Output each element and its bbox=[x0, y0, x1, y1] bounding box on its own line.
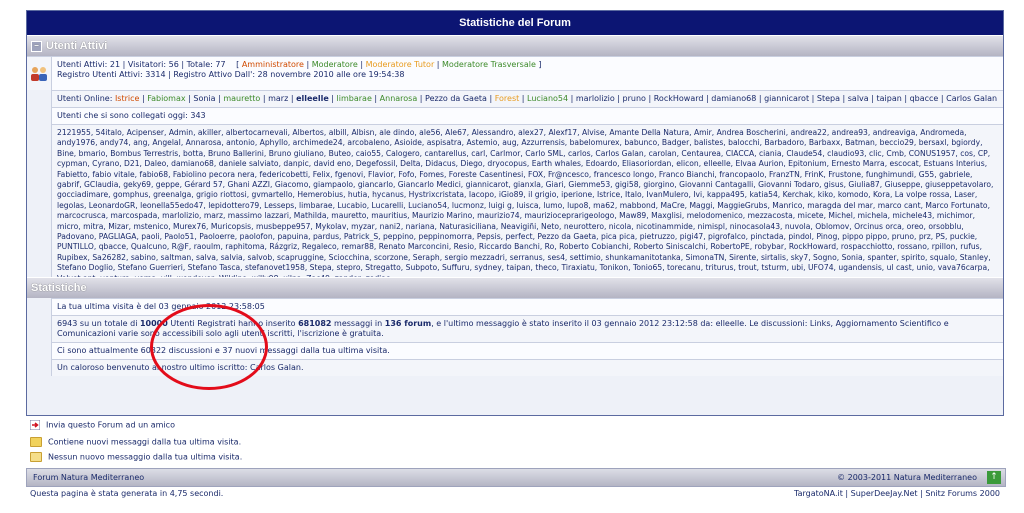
online-user-link[interactable]: mauretto bbox=[223, 94, 260, 103]
generated-time: Questa pagina è stata generata in 4,75 s… bbox=[30, 489, 224, 498]
active-counts: Utenti Attivi: 21 | Visitatori: 56 | Tot… bbox=[52, 57, 1003, 90]
online-user-link[interactable]: Forest bbox=[495, 94, 520, 103]
red-annotation-circle bbox=[150, 304, 268, 390]
online-user-link[interactable]: Carlos Galan bbox=[946, 94, 997, 103]
legend-no-new-messages: Nessun nuovo messaggio dalla tua ultima … bbox=[30, 452, 242, 462]
online-user-link[interactable]: giannicarot bbox=[764, 94, 809, 103]
folder-icon bbox=[30, 452, 42, 462]
online-user-link[interactable]: Stepa bbox=[817, 94, 840, 103]
online-user-link[interactable]: limbarae bbox=[337, 94, 372, 103]
section-header-stats: Statistiche bbox=[27, 277, 1003, 298]
online-user-link[interactable]: Istrice bbox=[115, 94, 140, 103]
online-user-link[interactable]: Luciano54 bbox=[527, 94, 568, 103]
legend-new-messages: Contiene nuovi messaggi dalla tua ultima… bbox=[30, 437, 241, 447]
online-user-link[interactable]: taipan bbox=[876, 94, 901, 103]
panel-title: Statistiche del Forum bbox=[27, 11, 1003, 35]
footer-copyright: © 2003-2011 Natura Mediterraneo bbox=[837, 473, 977, 482]
online-user-link[interactable]: Fabiomax bbox=[147, 94, 185, 103]
last-post-user-link[interactable]: elleelle bbox=[716, 319, 745, 328]
send-arrow-icon bbox=[29, 419, 41, 431]
online-user-link[interactable]: pruno bbox=[623, 94, 646, 103]
footer-link-snitz[interactable]: Snitz Forums 2000 bbox=[925, 489, 1000, 498]
footer-bar: Forum Natura Mediterraneo © 2003-2011 Na… bbox=[26, 468, 1006, 487]
online-user-link[interactable]: marlolizio bbox=[576, 94, 615, 103]
section-title: Utenti Attivi bbox=[46, 40, 108, 52]
active-counts-text: Utenti Attivi: 21 | Visitatori: 56 | Tot… bbox=[57, 60, 226, 69]
footer-link-superdeejay[interactable]: SuperDeeJay.Net bbox=[851, 489, 918, 498]
today-users-count: Utenti che si sono collegati oggi: 343 bbox=[52, 108, 1003, 124]
top-arrow-icon[interactable]: ↑ bbox=[987, 471, 1001, 484]
section-header-active-users[interactable]: − Utenti Attivi bbox=[27, 35, 1003, 56]
today-users-list[interactable]: 2121955, 54italo, Acipenser, Admin, akil… bbox=[52, 125, 1003, 277]
send-to-friend-link[interactable]: Invia questo Forum ad un amico bbox=[46, 421, 175, 430]
users-icon-cell bbox=[27, 57, 52, 90]
footer-link-targatona[interactable]: TargatoNA.it bbox=[794, 489, 843, 498]
online-user-link[interactable]: RockHoward bbox=[654, 94, 704, 103]
footer-meta: Questa pagina è stata generata in 4,75 s… bbox=[30, 489, 1000, 498]
users-group-icon bbox=[31, 67, 47, 81]
folder-new-icon bbox=[30, 437, 42, 447]
send-to-friend[interactable]: Invia questo Forum ad un amico bbox=[29, 419, 175, 431]
legend-moderator[interactable]: Moderatore bbox=[312, 60, 358, 69]
legend-tutor[interactable]: Moderatore Tutor bbox=[366, 60, 435, 69]
footer-forum-link[interactable]: Forum Natura Mediterraneo bbox=[33, 469, 144, 486]
online-user-link[interactable]: elleelle bbox=[296, 94, 329, 103]
online-users: Utenti Online: Istrice | Fabiomax | Soni… bbox=[52, 91, 1003, 107]
online-user-link[interactable]: Sonia bbox=[193, 94, 215, 103]
section-title: Statistiche bbox=[31, 282, 87, 294]
online-users-list: Istrice | Fabiomax | Sonia | mauretto | … bbox=[114, 94, 998, 103]
legend-admin[interactable]: Amministratore bbox=[242, 60, 304, 69]
online-user-link[interactable]: salva bbox=[848, 94, 869, 103]
online-user-link[interactable]: Pezzo da Gaeta bbox=[425, 94, 487, 103]
collapse-icon[interactable]: − bbox=[31, 40, 42, 52]
online-user-link[interactable]: qbacce bbox=[910, 94, 939, 103]
legend-cross-moderator[interactable]: Moderatore Trasversale bbox=[442, 60, 536, 69]
footer-links: TargatoNA.it | SuperDeeJay.Net | Snitz F… bbox=[794, 489, 1000, 498]
online-user-link[interactable]: marz bbox=[268, 94, 288, 103]
registered-counts: Registro Utenti Attivi: 3314 | Registro … bbox=[57, 70, 405, 79]
online-user-link[interactable]: Annarosa bbox=[380, 94, 418, 103]
online-label: Utenti Online: bbox=[57, 94, 113, 103]
online-user-link[interactable]: damiano68 bbox=[711, 94, 756, 103]
